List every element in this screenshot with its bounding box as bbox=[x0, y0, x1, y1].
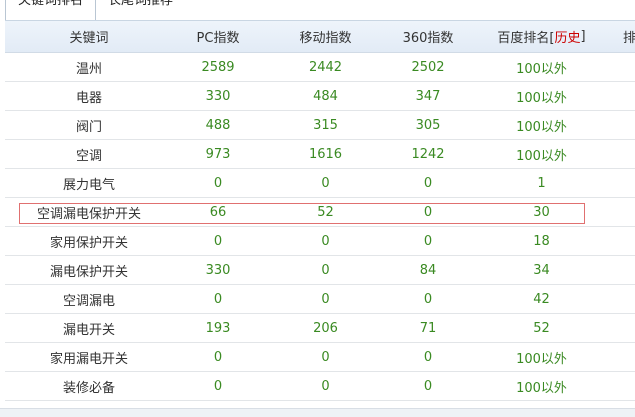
header-baidu-rank: 百度排名[历史] bbox=[468, 21, 615, 52]
row-360-index: 0 bbox=[423, 175, 433, 191]
keyword-ranking-table: 关键词 PC指数 移动指数 360指数 百度排名[历史] 排 温州 2589 2… bbox=[5, 20, 635, 401]
row-baidu-rank: 100以外 bbox=[516, 61, 567, 77]
row-pc-index: 193 bbox=[205, 320, 231, 336]
row-360-index: 347 bbox=[415, 88, 441, 104]
table-row: 展力电气 0 0 0 1 bbox=[5, 169, 635, 198]
row-keyword: 家用漏电开关 bbox=[49, 351, 128, 367]
row-keyword: 漏电保护开关 bbox=[49, 264, 128, 280]
table-row-highlighted: 空调漏电保护开关 66 52 0 30 bbox=[5, 198, 635, 227]
row-360-index: 0 bbox=[423, 378, 433, 394]
row-mobile-index: 484 bbox=[313, 88, 338, 104]
table-row: 装修必备 0 0 0 100以外 bbox=[5, 372, 635, 401]
table-row: 电器 330 484 347 100以外 bbox=[5, 82, 635, 111]
row-pc-index: 0 bbox=[213, 349, 223, 365]
row-mobile-index: 52 bbox=[317, 204, 334, 220]
row-baidu-rank: 42 bbox=[533, 291, 550, 307]
header-baidu-rank-label: 百度排名[ bbox=[497, 31, 555, 46]
row-360-index: 84 bbox=[419, 262, 437, 278]
table-row: 温州 2589 2442 2502 100以外 bbox=[5, 53, 635, 82]
header-baidu-rank-bracket: ] bbox=[580, 29, 586, 44]
header-pc-index: PC指数 bbox=[196, 31, 240, 46]
row-mobile-index: 0 bbox=[321, 291, 330, 307]
row-keyword: 装修必备 bbox=[62, 380, 115, 396]
row-mobile-index: 0 bbox=[321, 378, 330, 394]
row-pc-index: 330 bbox=[205, 88, 231, 104]
table-row: 漏电开关 193 206 71 52 bbox=[5, 314, 635, 343]
row-mobile-index: 0 bbox=[321, 349, 330, 365]
row-360-index: 1242 bbox=[411, 146, 445, 162]
row-360-index: 2502 bbox=[411, 59, 445, 75]
row-baidu-rank: 52 bbox=[533, 320, 550, 336]
header-mobile-index: 移动指数 bbox=[299, 31, 352, 46]
row-mobile-index: 1616 bbox=[308, 146, 343, 162]
header-360-index: 360指数 bbox=[402, 31, 454, 46]
row-mobile-index: 315 bbox=[313, 117, 338, 133]
header-extra-column: 排 bbox=[623, 31, 635, 46]
tab-keyword-ranking[interactable]: 关键词排名 bbox=[5, 0, 96, 20]
row-keyword: 空调 bbox=[75, 148, 102, 164]
row-mobile-index: 0 bbox=[321, 233, 330, 249]
row-keyword: 电器 bbox=[75, 90, 102, 106]
row-360-index: 305 bbox=[415, 117, 441, 133]
row-360-index: 0 bbox=[423, 204, 433, 220]
row-mobile-index: 206 bbox=[313, 320, 338, 336]
row-360-index: 71 bbox=[419, 320, 437, 336]
footer-strip bbox=[0, 408, 635, 417]
table-row: 家用保护开关 0 0 0 18 bbox=[5, 227, 635, 256]
row-baidu-rank: 100以外 bbox=[516, 90, 567, 106]
table-row: 漏电保护开关 330 0 84 34 bbox=[5, 256, 635, 285]
row-keyword: 温州 bbox=[75, 61, 102, 77]
table-row: 家用漏电开关 0 0 0 100以外 bbox=[5, 343, 635, 372]
header-keyword: 关键词 bbox=[69, 31, 109, 46]
row-mobile-index: 2442 bbox=[308, 59, 343, 75]
row-pc-index: 0 bbox=[213, 291, 223, 307]
row-baidu-rank: 100以外 bbox=[516, 351, 567, 367]
table-row: 阀门 488 315 305 100以外 bbox=[5, 111, 635, 140]
row-keyword: 空调漏电 bbox=[62, 293, 115, 309]
table-header: 关键词 PC指数 移动指数 360指数 百度排名[历史] 排 bbox=[5, 20, 635, 53]
row-pc-index: 2589 bbox=[201, 59, 235, 75]
row-keyword: 阀门 bbox=[75, 119, 102, 135]
tab-bar: 关键词排名 长尾词推荐 bbox=[0, 0, 635, 22]
row-mobile-index: 0 bbox=[321, 262, 330, 278]
history-link[interactable]: 历史 bbox=[554, 27, 580, 46]
row-pc-index: 66 bbox=[209, 204, 227, 220]
row-pc-index: 488 bbox=[205, 117, 231, 133]
row-keyword: 展力电气 bbox=[62, 177, 115, 193]
tab-long-tail-recommend[interactable]: 长尾词推荐 bbox=[108, 0, 188, 20]
row-baidu-rank: 34 bbox=[533, 262, 550, 278]
row-mobile-index: 0 bbox=[321, 175, 330, 191]
row-baidu-rank: 18 bbox=[533, 233, 550, 249]
table-row: 空调 973 1616 1242 100以外 bbox=[5, 140, 635, 169]
row-360-index: 0 bbox=[423, 349, 433, 365]
table-row: 空调漏电 0 0 0 42 bbox=[5, 285, 635, 314]
row-pc-index: 0 bbox=[213, 233, 223, 249]
row-keyword: 漏电开关 bbox=[62, 322, 115, 338]
row-baidu-rank: 100以外 bbox=[516, 119, 567, 135]
row-pc-index: 330 bbox=[205, 262, 231, 278]
row-keyword: 空调漏电保护开关 bbox=[36, 206, 141, 222]
row-keyword: 家用保护开关 bbox=[49, 235, 128, 251]
row-pc-index: 0 bbox=[213, 175, 223, 191]
row-baidu-rank: 30 bbox=[533, 204, 550, 220]
row-pc-index: 0 bbox=[213, 378, 223, 394]
row-pc-index: 973 bbox=[205, 146, 231, 162]
row-360-index: 0 bbox=[423, 233, 433, 249]
row-baidu-rank: 1 bbox=[537, 175, 546, 191]
row-baidu-rank: 100以外 bbox=[516, 380, 567, 396]
row-baidu-rank: 100以外 bbox=[516, 148, 567, 164]
row-360-index: 0 bbox=[423, 291, 433, 307]
